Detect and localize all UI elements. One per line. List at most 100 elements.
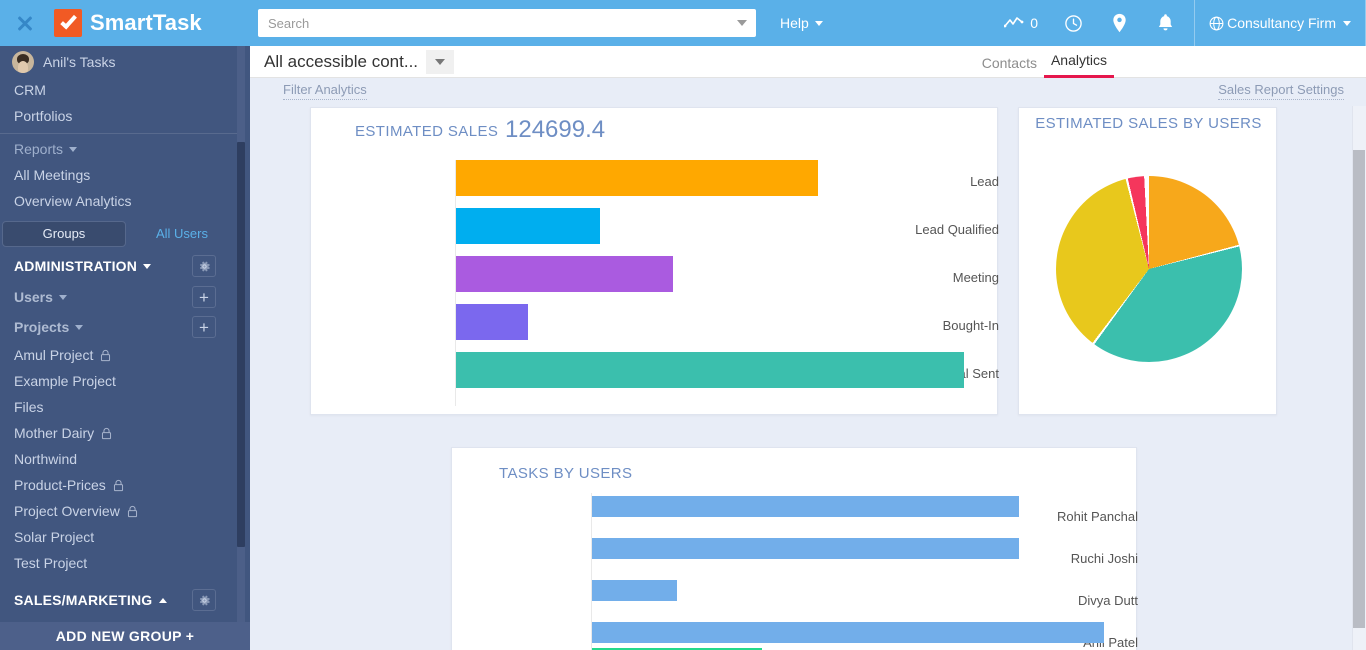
bar-lead[interactable] (456, 160, 818, 196)
filter-analytics-link[interactable]: Filter Analytics (283, 82, 367, 100)
sidebar-item-project[interactable]: Northwind (0, 446, 240, 472)
bar-bought-in[interactable] (456, 304, 528, 340)
add-new-group-button[interactable]: ADD NEW GROUP + (0, 622, 250, 650)
sidebar: Anil's Tasks CRM Portfolios Reports All … (0, 46, 250, 650)
help-menu-button[interactable]: Help (780, 15, 823, 31)
chevron-down-icon[interactable] (143, 263, 152, 269)
close-x-icon[interactable] (14, 12, 36, 34)
group-sales-marketing-title[interactable]: SALES/MARKETING (14, 592, 152, 608)
estimated-sales-pie-chart[interactable] (1056, 176, 1242, 362)
group-administration-settings-button[interactable] (192, 255, 216, 277)
search-dropdown-caret-icon[interactable] (737, 20, 747, 26)
location-pin-icon (1112, 13, 1126, 33)
sidebar-scrollbar-thumb[interactable] (237, 142, 245, 547)
chevron-down-icon (1343, 20, 1351, 26)
bar-lead-qualified[interactable] (456, 208, 600, 244)
bar-row: Lead Qualified (311, 208, 999, 252)
activity-trend-button[interactable]: 0 (1000, 0, 1050, 46)
sidebar-item-my-tasks[interactable]: Anil's Tasks (0, 47, 240, 77)
clock-icon (1064, 14, 1082, 32)
sidebar-scroll-area: Anil's Tasks CRM Portfolios Reports All … (0, 46, 240, 622)
topbar-actions: 0 Consultancy Firm (1000, 0, 1366, 46)
bar-row: Meeting (311, 256, 999, 300)
filter-bar: Filter Analytics Sales Report Settings (250, 78, 1366, 106)
sidebar-item-project[interactable]: Amul Project (0, 342, 240, 368)
chevron-down-icon[interactable] (75, 324, 84, 330)
chevron-up-icon[interactable] (159, 597, 168, 603)
sidebar-item-project[interactable]: Product-Prices (0, 472, 240, 498)
estimated-sales-value: 124699.4 (505, 116, 606, 143)
group-sales-marketing-settings-button[interactable] (192, 589, 216, 611)
tab-all-users[interactable]: All Users (126, 221, 238, 247)
notifications-button[interactable] (1142, 0, 1188, 46)
sidebar-item-project[interactable]: Project Overview (0, 498, 240, 524)
bar-meeting[interactable] (456, 256, 673, 292)
project-label: Amul Project (14, 347, 94, 363)
chevron-down-icon (69, 146, 78, 152)
sidebar-item-overview-analytics[interactable]: Overview Analytics (0, 188, 240, 214)
chevron-down-icon[interactable] (58, 294, 67, 300)
analytics-dashboard: ESTIMATED SALES 124699.4 Lead Lead Quali… (250, 106, 1366, 650)
sidebar-item-all-meetings[interactable]: All Meetings (0, 162, 240, 188)
app-root: SmartTask Help 0 (0, 0, 1366, 650)
tasks-by-users-card: TASKS BY USERS Rohit Panchal Ruchi Joshi… (451, 447, 1138, 650)
organization-selector[interactable]: Consultancy Firm (1194, 0, 1366, 46)
smarttask-logo-icon (54, 9, 82, 37)
globe-icon (1209, 16, 1224, 30)
project-label: Mother Dairy (14, 425, 95, 441)
tab-contacts[interactable]: Contacts (975, 55, 1044, 78)
chevron-down-icon (435, 58, 446, 65)
estimated-sales-title: ESTIMATED SALES (355, 123, 499, 140)
sidebar-item-project[interactable]: Example Project (0, 368, 240, 394)
brand-area: SmartTask (0, 0, 250, 46)
gear-icon (199, 261, 210, 271)
group-administration-title[interactable]: ADMINISTRATION (14, 258, 137, 274)
activity-count: 0 (1030, 15, 1039, 31)
search-input[interactable] (258, 9, 756, 37)
sidebar-item-project[interactable]: Files (0, 394, 240, 420)
add-project-button[interactable]: + (192, 316, 216, 338)
sales-report-settings-link[interactable]: Sales Report Settings (1218, 82, 1344, 100)
project-label: Test Project (14, 555, 88, 571)
location-button[interactable] (1096, 0, 1142, 46)
sidebar-section-users-label[interactable]: Users (14, 289, 53, 305)
help-label: Help (780, 15, 809, 31)
sidebar-item-portfolios[interactable]: Portfolios (0, 103, 240, 129)
context-bar: All accessible cont... Contacts Analytic… (250, 46, 1366, 78)
sidebar-item-project[interactable]: Test Project (0, 550, 240, 576)
trend-line-icon (1004, 17, 1024, 28)
tab-analytics[interactable]: Analytics (1043, 52, 1114, 78)
bar-label: Ruchi Joshi (1070, 551, 1138, 566)
clock-button[interactable] (1050, 0, 1096, 46)
group-header-administration: ADMINISTRATION (0, 250, 240, 282)
plus-icon: + (185, 628, 195, 644)
sidebar-section-reports[interactable]: Reports (0, 136, 240, 162)
context-selector[interactable]: All accessible cont... (250, 46, 455, 78)
lock-icon (127, 505, 137, 517)
group-header-sales-marketing: SALES/MARKETING (0, 584, 240, 616)
page-scrollbar-thumb[interactable] (1353, 150, 1365, 628)
project-label: Product-Prices (14, 477, 106, 493)
bar-label: Lead (970, 174, 999, 189)
sidebar-item-project[interactable]: Solar Project (0, 524, 240, 550)
estimated-sales-by-users-card: ESTIMATED SALES BY USERS (1018, 107, 1277, 415)
add-user-button[interactable]: + (192, 286, 216, 308)
bar-total-anil-patel[interactable] (592, 622, 1104, 643)
bar-total-ruchi-joshi[interactable] (592, 538, 1019, 559)
context-selector-dropdown[interactable] (426, 49, 455, 74)
sidebar-divider (0, 133, 240, 134)
bar-total-rohit-panchal[interactable] (592, 496, 1019, 517)
bar-label: Bought-In (942, 318, 999, 333)
organization-name: Consultancy Firm (1227, 15, 1336, 31)
estimated-sales-bar-plot: Lead Lead Qualified Meeting Bought-In Se… (311, 156, 999, 411)
sidebar-tabs: Groups All Users (0, 221, 240, 247)
sidebar-section-projects-label[interactable]: Projects (14, 319, 69, 335)
sidebar-item-project[interactable]: Mother Dairy (0, 420, 240, 446)
bar-proposal-sent[interactable] (456, 352, 964, 388)
bar-total-divya-dutt[interactable] (592, 580, 677, 601)
bar-row: Rohit Panchal (452, 493, 1138, 535)
project-label: Example Project (14, 373, 116, 389)
sidebar-item-crm[interactable]: CRM (0, 77, 240, 103)
search-container (258, 9, 756, 37)
tab-groups[interactable]: Groups (2, 221, 126, 247)
